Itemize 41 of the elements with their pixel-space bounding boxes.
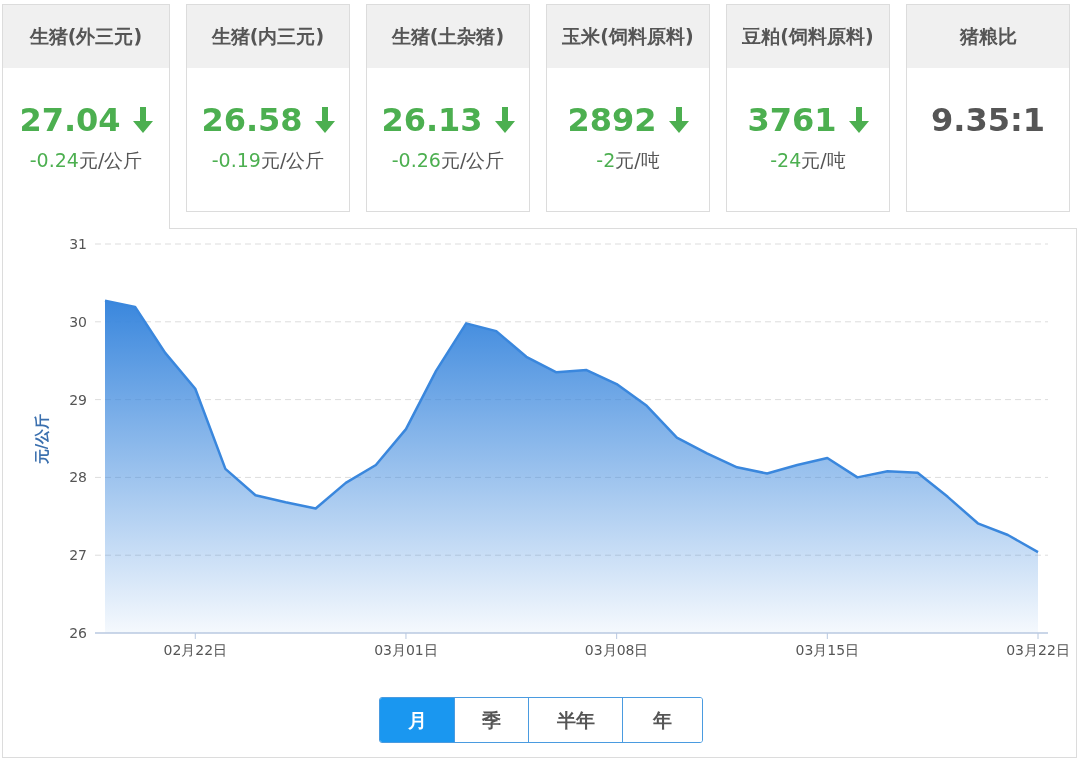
price-tab[interactable]: 猪粮比 9.35:1 bbox=[906, 4, 1070, 212]
price-value: 2892 bbox=[567, 100, 657, 140]
price-value: 27.04 bbox=[19, 100, 121, 140]
price-tab[interactable]: 生猪(内三元) 26.58 -0.19元/公斤 bbox=[186, 4, 350, 212]
price-tab[interactable]: 生猪(外三元) 27.04 -0.24元/公斤 bbox=[2, 4, 170, 229]
price-change: -2元/吨 bbox=[595, 148, 661, 173]
x-tick-label: 02月22日 bbox=[163, 642, 228, 658]
y-tick-label: 27 bbox=[69, 547, 87, 564]
price-change: -0.19元/公斤 bbox=[210, 148, 326, 173]
tab-title: 豆粕(饲料原料) bbox=[742, 24, 874, 50]
down-arrow-icon bbox=[668, 107, 689, 133]
price-change: -0.24元/公斤 bbox=[28, 148, 144, 173]
y-tick-label: 26 bbox=[69, 625, 87, 641]
price-tab[interactable]: 豆粕(饲料原料) 3761 -24元/吨 bbox=[726, 4, 890, 212]
down-arrow-icon bbox=[494, 107, 515, 133]
y-tick-label: 29 bbox=[69, 391, 87, 408]
tab-title: 猪粮比 bbox=[959, 24, 1017, 50]
price-tab[interactable]: 生猪(土杂猪) 26.13 -0.26元/公斤 bbox=[366, 4, 530, 212]
tab-title: 生猪(土杂猪) bbox=[391, 24, 505, 50]
x-tick-label: 03月01日 bbox=[374, 642, 438, 658]
x-tick-label: 03月22日 bbox=[1006, 642, 1070, 658]
price-change: -0.26元/公斤 bbox=[390, 148, 506, 173]
price-value: 26.58 bbox=[201, 100, 303, 140]
price-value: 9.35:1 bbox=[931, 100, 1045, 140]
down-arrow-icon bbox=[132, 107, 153, 133]
price-value: 26.13 bbox=[381, 100, 483, 140]
down-arrow-icon bbox=[848, 107, 869, 133]
tab-title: 生猪(外三元) bbox=[29, 24, 143, 50]
x-tick-label: 03月15日 bbox=[795, 642, 860, 658]
y-tick-label: 28 bbox=[69, 469, 87, 486]
price-value: 3761 bbox=[747, 100, 837, 140]
tab-title: 玉米(饲料原料) bbox=[562, 24, 694, 50]
y-tick-label: 30 bbox=[69, 313, 87, 330]
tab-title: 生猪(内三元) bbox=[211, 24, 325, 50]
y-tick-label: 31 bbox=[69, 236, 87, 252]
period-button[interactable]: 年 bbox=[622, 698, 702, 742]
x-tick-label: 03月08日 bbox=[584, 642, 649, 658]
price-change: -24元/吨 bbox=[769, 148, 847, 173]
price-tab[interactable]: 玉米(饲料原料) 2892 -2元/吨 bbox=[546, 4, 710, 212]
y-axis-title: 元/公斤 bbox=[33, 413, 51, 465]
down-arrow-icon bbox=[314, 107, 335, 133]
